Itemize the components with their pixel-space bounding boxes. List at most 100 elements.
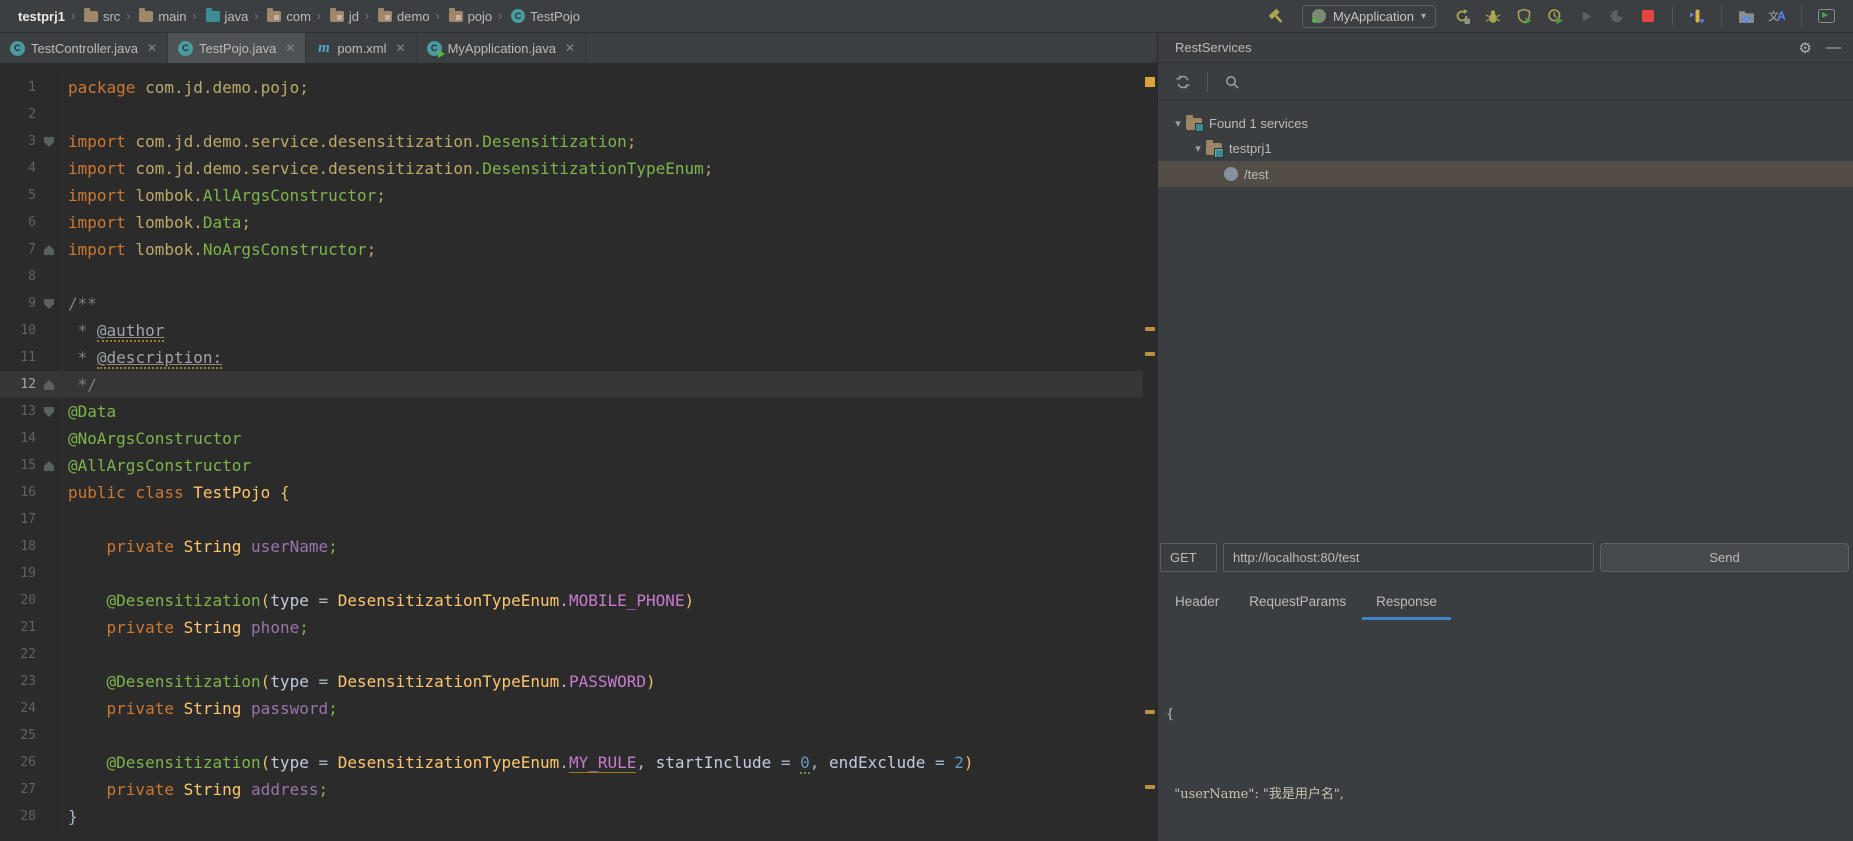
code-line[interactable]: 21 private String phone; (0, 614, 1143, 641)
run-configuration-selector[interactable]: MyApplication ▾ (1302, 4, 1436, 28)
chevron-expanded-icon[interactable]: ▾ (1170, 117, 1186, 130)
warning-stripe-mark[interactable] (1145, 785, 1155, 789)
response-tab[interactable]: Response (1362, 589, 1451, 623)
editor-tab[interactable]: TestPojo.java ✕ (168, 33, 307, 63)
code-line[interactable]: 15 @AllArgsConstructor (0, 452, 1143, 479)
warning-stripe-mark[interactable] (1145, 710, 1155, 714)
panel-title: RestServices (1175, 40, 1252, 55)
warning-stripe-mark[interactable] (1145, 352, 1155, 356)
code-line[interactable]: 1 package com.jd.demo.pojo; (0, 74, 1143, 101)
refresh-icon[interactable] (1171, 70, 1195, 94)
code-line[interactable]: 14 @NoArgsConstructor (0, 425, 1143, 452)
code-line[interactable]: 4 import com.jd.demo.service.desensitizat… (0, 155, 1143, 182)
run-anything-icon[interactable] (1815, 5, 1837, 27)
search-icon[interactable] (1220, 70, 1244, 94)
code-line[interactable]: 19 (0, 560, 1143, 587)
build-hammer-icon[interactable] (1265, 5, 1287, 27)
code-line[interactable]: 11 * @description: (0, 344, 1143, 371)
close-icon[interactable]: ✕ (285, 41, 295, 55)
code-line[interactable]: 12 */ (0, 371, 1143, 398)
breadcrumb-item[interactable]: › jd (313, 7, 361, 26)
code-line[interactable]: 13 @Data (0, 398, 1143, 425)
code-line[interactable]: 6 import lombok.Data; (0, 209, 1143, 236)
file-status-warning-marker[interactable] (1145, 77, 1155, 87)
code-line[interactable]: 25 (0, 722, 1143, 749)
tree-item-found-services[interactable]: ▾ Found 1 services (1158, 111, 1853, 136)
breadcrumb-item[interactable]: › TestPojo (494, 7, 582, 26)
code-line[interactable]: 22 (0, 641, 1143, 668)
line-number: 14 (20, 431, 36, 446)
tree-item-endpoint[interactable]: /test (1158, 161, 1853, 187)
code-line[interactable]: 26 @Desensitization(type = Desensitizati… (0, 749, 1143, 776)
fold-gutter (36, 209, 62, 236)
editor-tab[interactable]: TestController.java ✕ (0, 33, 169, 63)
fold-marker-icon[interactable] (44, 245, 54, 255)
run-with-coverage-icon[interactable] (1513, 5, 1535, 27)
breadcrumb-item[interactable]: › main (122, 7, 188, 26)
fold-marker-icon[interactable] (44, 380, 54, 390)
tree-item-project[interactable]: ▾ testprj1 (1158, 136, 1853, 161)
close-icon[interactable]: ✕ (396, 41, 406, 55)
line-number: 21 (20, 620, 36, 635)
modules-folder-icon[interactable] (1735, 5, 1757, 27)
fold-marker-icon[interactable] (44, 137, 54, 147)
code-line[interactable]: 18 private String userName; (0, 533, 1143, 560)
editor-tab[interactable]: MyApplication.java ✕ (417, 33, 587, 63)
breadcrumb-item[interactable]: › java (189, 7, 251, 26)
code-line[interactable]: 2 (0, 101, 1143, 128)
code-line[interactable]: 28} (0, 803, 1143, 830)
code-line[interactable]: 23 @Desensitization(type = Desensitizati… (0, 668, 1143, 695)
breadcrumb-item[interactable]: › src (67, 7, 122, 26)
editor-tab[interactable]: pom.xml ✕ (306, 33, 417, 63)
code-line[interactable]: 16 public class TestPojo { (0, 479, 1143, 506)
close-icon[interactable]: ✕ (565, 41, 575, 55)
fold-marker-icon[interactable] (44, 407, 54, 417)
minimize-icon[interactable]: — (1826, 39, 1841, 56)
response-tab[interactable]: Header (1175, 589, 1219, 623)
profiler-icon[interactable] (1544, 5, 1566, 27)
code-text: private String phone; (106, 618, 309, 637)
http-method-select[interactable]: GET (1160, 543, 1217, 572)
code-line[interactable]: 20 @Desensitization(type = Desensitizati… (0, 587, 1143, 614)
services-tree: ▾ Found 1 services ▾ testprj1 /test (1158, 101, 1853, 187)
http-method-value: GET (1170, 550, 1197, 565)
breadcrumb-item[interactable]: › com (250, 7, 313, 26)
breadcrumb-item[interactable]: testprj1 (5, 7, 67, 26)
request-url-input[interactable] (1223, 543, 1594, 572)
commit-update-icon[interactable] (1686, 5, 1708, 27)
editor-tab-label: MyApplication.java (447, 40, 556, 56)
line-number: 12 (20, 377, 36, 392)
chevron-down-icon: ▾ (1420, 10, 1426, 22)
code-line[interactable]: 10 * @author (0, 317, 1143, 344)
line-number: 4 (28, 161, 36, 176)
code-text: private String userName; (106, 537, 338, 556)
chevron-expanded-icon[interactable]: ▾ (1190, 142, 1206, 155)
close-icon[interactable]: ✕ (147, 41, 157, 55)
code-line[interactable]: 9 /** (0, 290, 1143, 317)
code-line[interactable]: 8 (0, 263, 1143, 290)
fold-gutter (36, 533, 62, 560)
code-line[interactable]: 27 private String address; (0, 776, 1143, 803)
code-line[interactable]: 3 import com.jd.demo.service.desensitizat… (0, 128, 1143, 155)
breadcrumb-item[interactable]: › pojo (432, 7, 495, 26)
gear-icon[interactable]: ⚙ (1799, 39, 1812, 57)
response-tab-bar: Header RequestParams Response (1175, 589, 1451, 623)
response-tab[interactable]: RequestParams (1249, 589, 1346, 623)
rerun-icon[interactable] (1451, 5, 1473, 27)
debug-bug-icon[interactable] (1482, 5, 1504, 27)
send-button[interactable]: Send (1600, 543, 1849, 572)
stop-icon[interactable] (1637, 5, 1659, 27)
code-line[interactable]: 7 import lombok.NoArgsConstructor; (0, 236, 1143, 263)
fold-marker-icon[interactable] (44, 299, 54, 309)
code-editor[interactable]: 1 package com.jd.demo.pojo; 2 3 import com.j… (0, 63, 1143, 841)
fold-marker-icon[interactable] (44, 461, 54, 471)
code-line[interactable]: 5 import lombok.AllArgsConstructor; (0, 182, 1143, 209)
breadcrumb-label: src (102, 8, 121, 24)
breadcrumb-item[interactable]: › demo (361, 7, 432, 26)
translate-icon[interactable]: 文A (1766, 5, 1788, 27)
code-line[interactable]: 24 private String password; (0, 695, 1143, 722)
line-number: 27 (20, 782, 36, 797)
warning-stripe-mark[interactable] (1145, 327, 1155, 331)
fold-gutter (36, 749, 62, 776)
code-line[interactable]: 17 (0, 506, 1143, 533)
